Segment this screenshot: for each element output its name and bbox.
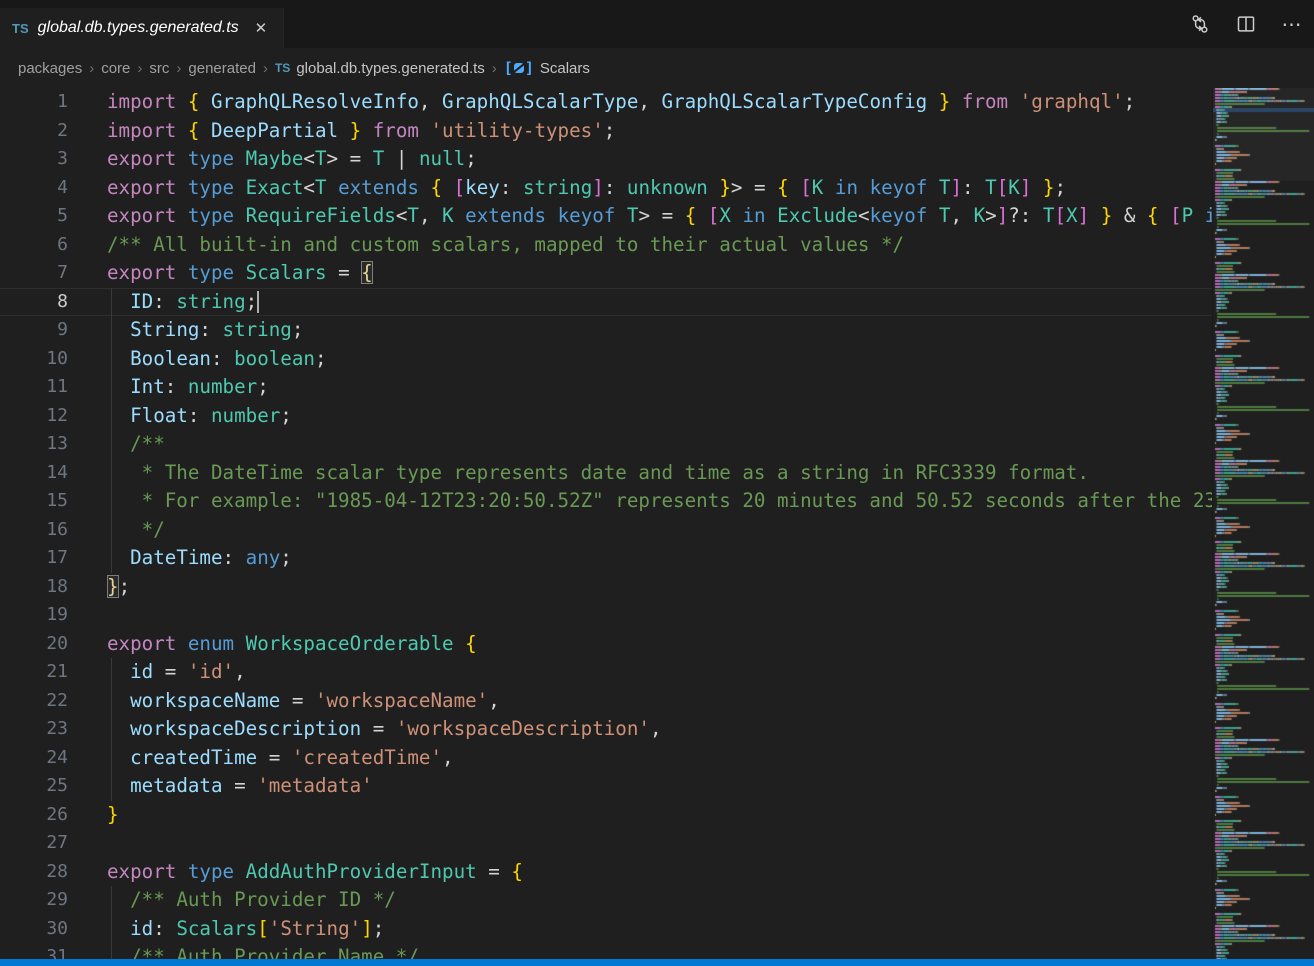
line-number: 15	[0, 487, 68, 516]
code-line[interactable]: 4export type Exact<T extends { [key: str…	[0, 174, 1212, 203]
code-line[interactable]: 23 workspaceDescription = 'workspaceDesc…	[0, 715, 1212, 744]
code-line[interactable]: 15 * For example: "1985-04-12T23:20:50.5…	[0, 487, 1212, 516]
line-number: 20	[0, 630, 68, 659]
line-number: 23	[0, 715, 68, 744]
code-line[interactable]: 24 createdTime = 'createdTime',	[0, 744, 1212, 773]
line-number: 18	[0, 573, 68, 602]
code-line[interactable]: 12 Float: number;	[0, 402, 1212, 431]
code-line[interactable]: 1import { GraphQLResolveInfo, GraphQLSca…	[0, 88, 1212, 117]
breadcrumb-symbol-scalars[interactable]: [] Scalars	[504, 59, 590, 77]
line-number: 1	[0, 88, 68, 117]
status-bar	[0, 959, 1314, 966]
code-line[interactable]: 21 id = 'id',	[0, 658, 1212, 687]
line-number: 14	[0, 459, 68, 488]
line-number: 3	[0, 145, 68, 174]
line-number: 9	[0, 316, 68, 345]
line-number: 27	[0, 829, 68, 858]
line-number: 8	[0, 288, 68, 317]
line-number: 19	[0, 601, 68, 630]
code-line[interactable]: 9 String: string;	[0, 316, 1212, 345]
line-number: 26	[0, 801, 68, 830]
code-line[interactable]: 31 /** Auth Provider Name */	[0, 943, 1212, 959]
breadcrumb-generated[interactable]: generated	[188, 60, 256, 77]
breadcrumb-src[interactable]: src	[149, 60, 169, 77]
minimap[interactable]	[1212, 88, 1314, 959]
code-line[interactable]: 5export type RequireFields<T, K extends …	[0, 202, 1212, 231]
line-number: 10	[0, 345, 68, 374]
typescript-file-icon: TS	[12, 21, 29, 36]
tab-label: global.db.types.generated.ts	[38, 19, 239, 37]
line-number: 29	[0, 886, 68, 915]
code-line[interactable]: 11 Int: number;	[0, 373, 1212, 402]
breadcrumb-separator: ›	[176, 60, 181, 77]
line-number: 5	[0, 202, 68, 231]
typescript-file-icon: TS	[275, 61, 290, 75]
split-editor-icon[interactable]	[1234, 12, 1258, 36]
line-number: 17	[0, 544, 68, 573]
line-number: 11	[0, 373, 68, 402]
symbol-type-icon: []	[504, 59, 534, 77]
code-line[interactable]: 6/** All built-in and custom scalars, ma…	[0, 231, 1212, 260]
code-line[interactable]: 8 ID: string;	[0, 288, 1212, 317]
code-line[interactable]: 13 /**	[0, 430, 1212, 459]
code-line[interactable]: 7export type Scalars = {	[0, 259, 1212, 288]
code-line[interactable]: 14 * The DateTime scalar type represents…	[0, 459, 1212, 488]
tab-bar: TS global.db.types.generated.ts ✕ ⋯	[0, 0, 1314, 48]
code-line[interactable]: 17 DateTime: any;	[0, 544, 1212, 573]
tab-global-db-types[interactable]: TS global.db.types.generated.ts ✕	[0, 8, 284, 48]
line-number: 30	[0, 915, 68, 944]
editor-actions: ⋯	[1188, 0, 1304, 48]
code-line[interactable]: 27	[0, 829, 1212, 858]
breadcrumb: packages › core › src › generated › TS g…	[0, 48, 1314, 88]
code-line[interactable]: 3export type Maybe<T> = T | null;	[0, 145, 1212, 174]
code-line[interactable]: 18};	[0, 573, 1212, 602]
code-line[interactable]: 10 Boolean: boolean;	[0, 345, 1212, 374]
code-line[interactable]: 29 /** Auth Provider ID */	[0, 886, 1212, 915]
line-number: 12	[0, 402, 68, 431]
breadcrumb-core[interactable]: core	[101, 60, 130, 77]
breadcrumb-separator: ›	[137, 60, 142, 77]
code-line[interactable]: 16 */	[0, 516, 1212, 545]
line-number: 7	[0, 259, 68, 288]
breadcrumb-separator: ›	[89, 60, 94, 77]
code-line[interactable]: 25 metadata = 'metadata'	[0, 772, 1212, 801]
breadcrumb-packages[interactable]: packages	[18, 60, 82, 77]
more-actions-icon[interactable]: ⋯	[1280, 12, 1304, 36]
line-number: 21	[0, 658, 68, 687]
line-number: 16	[0, 516, 68, 545]
code-area[interactable]: 1import { GraphQLResolveInfo, GraphQLSca…	[0, 88, 1212, 959]
code-line[interactable]: 22 workspaceName = 'workspaceName',	[0, 687, 1212, 716]
line-number: 2	[0, 117, 68, 146]
line-number: 25	[0, 772, 68, 801]
line-number: 4	[0, 174, 68, 203]
close-tab-icon[interactable]: ✕	[251, 17, 272, 39]
line-number: 28	[0, 858, 68, 887]
line-number: 13	[0, 430, 68, 459]
line-number: 31	[0, 943, 68, 959]
code-line[interactable]: 20export enum WorkspaceOrderable {	[0, 630, 1212, 659]
line-number: 22	[0, 687, 68, 716]
editor[interactable]: 1import { GraphQLResolveInfo, GraphQLSca…	[0, 88, 1314, 959]
code-line[interactable]: 19	[0, 601, 1212, 630]
line-number: 24	[0, 744, 68, 773]
breadcrumb-separator: ›	[263, 60, 268, 77]
code-line[interactable]: 26}	[0, 801, 1212, 830]
line-number: 6	[0, 231, 68, 260]
open-changes-icon[interactable]	[1188, 12, 1212, 36]
breadcrumb-file[interactable]: TS global.db.types.generated.ts	[275, 60, 485, 77]
code-line[interactable]: 30 id: Scalars['String'];	[0, 915, 1212, 944]
minimap-canvas	[1213, 88, 1314, 959]
breadcrumb-separator: ›	[492, 60, 497, 77]
code-line[interactable]: 28export type AddAuthProviderInput = {	[0, 858, 1212, 887]
code-line[interactable]: 2import { DeepPartial } from 'utility-ty…	[0, 117, 1212, 146]
text-cursor	[257, 291, 259, 313]
